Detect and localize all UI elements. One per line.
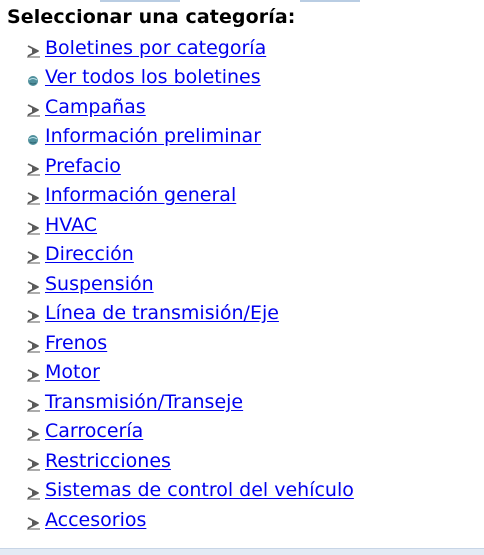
bottom-border-strip bbox=[0, 548, 484, 555]
category-link[interactable]: Información general bbox=[45, 184, 236, 206]
globe-bullet-icon bbox=[26, 132, 42, 146]
expand-arrow-icon bbox=[26, 280, 42, 294]
expand-arrow-icon bbox=[26, 221, 42, 235]
category-item: Línea de transmisión/Eje bbox=[26, 299, 354, 329]
category-item: Información preliminar bbox=[26, 122, 354, 152]
category-item: Restricciones bbox=[26, 446, 354, 476]
expand-arrow-icon bbox=[26, 339, 42, 353]
category-link[interactable]: HVAC bbox=[45, 214, 97, 236]
category-link[interactable]: Motor bbox=[45, 361, 100, 383]
category-link[interactable]: Prefacio bbox=[45, 155, 121, 177]
category-link[interactable]: Carrocería bbox=[45, 420, 143, 442]
category-list: Boletines por categoría Ver todos los bo… bbox=[26, 33, 354, 535]
category-item: Ver todos los boletines bbox=[26, 63, 354, 93]
expand-arrow-icon bbox=[26, 368, 42, 382]
expand-arrow-icon bbox=[26, 486, 42, 500]
category-link[interactable]: Sistemas de control del vehículo bbox=[45, 479, 354, 501]
category-item: Accesorios bbox=[26, 505, 354, 535]
category-item: Carrocería bbox=[26, 417, 354, 447]
expand-arrow-icon bbox=[26, 457, 42, 471]
category-link[interactable]: Información preliminar bbox=[45, 125, 261, 147]
category-item: HVAC bbox=[26, 210, 354, 240]
category-link[interactable]: Suspensión bbox=[45, 273, 154, 295]
expand-arrow-icon bbox=[26, 309, 42, 323]
category-item: Campañas bbox=[26, 92, 354, 122]
category-link[interactable]: Accesorios bbox=[45, 509, 146, 531]
expand-arrow-icon bbox=[26, 398, 42, 412]
category-item: Dirección bbox=[26, 240, 354, 270]
category-link[interactable]: Restricciones bbox=[45, 450, 171, 472]
globe-bullet-icon bbox=[26, 73, 42, 87]
category-link[interactable]: Ver todos los boletines bbox=[45, 66, 261, 88]
category-link[interactable]: Frenos bbox=[45, 332, 107, 354]
category-item: Boletines por categoría bbox=[26, 33, 354, 63]
category-item: Frenos bbox=[26, 328, 354, 358]
expand-arrow-icon bbox=[26, 103, 42, 117]
category-item: Información general bbox=[26, 181, 354, 211]
category-link[interactable]: Campañas bbox=[45, 96, 146, 118]
expand-arrow-icon bbox=[26, 162, 42, 176]
expand-arrow-icon bbox=[26, 427, 42, 441]
expand-arrow-icon bbox=[26, 250, 42, 264]
expand-arrow-icon bbox=[26, 516, 42, 530]
expand-arrow-icon bbox=[26, 191, 42, 205]
category-link[interactable]: Dirección bbox=[45, 243, 134, 265]
category-item: Prefacio bbox=[26, 151, 354, 181]
category-link[interactable]: Transmisión/Transeje bbox=[45, 391, 243, 413]
category-link[interactable]: Boletines por categoría bbox=[45, 37, 266, 59]
category-link[interactable]: Línea de transmisión/Eje bbox=[45, 302, 279, 324]
section-heading: Seleccionar una categoría: bbox=[7, 6, 296, 28]
category-item: Suspensión bbox=[26, 269, 354, 299]
category-panel: Seleccionar una categoría: Boletines por… bbox=[0, 0, 484, 548]
category-item: Motor bbox=[26, 358, 354, 388]
expand-arrow-icon bbox=[26, 44, 42, 58]
category-item: Transmisión/Transeje bbox=[26, 387, 354, 417]
category-item: Sistemas de control del vehículo bbox=[26, 476, 354, 506]
